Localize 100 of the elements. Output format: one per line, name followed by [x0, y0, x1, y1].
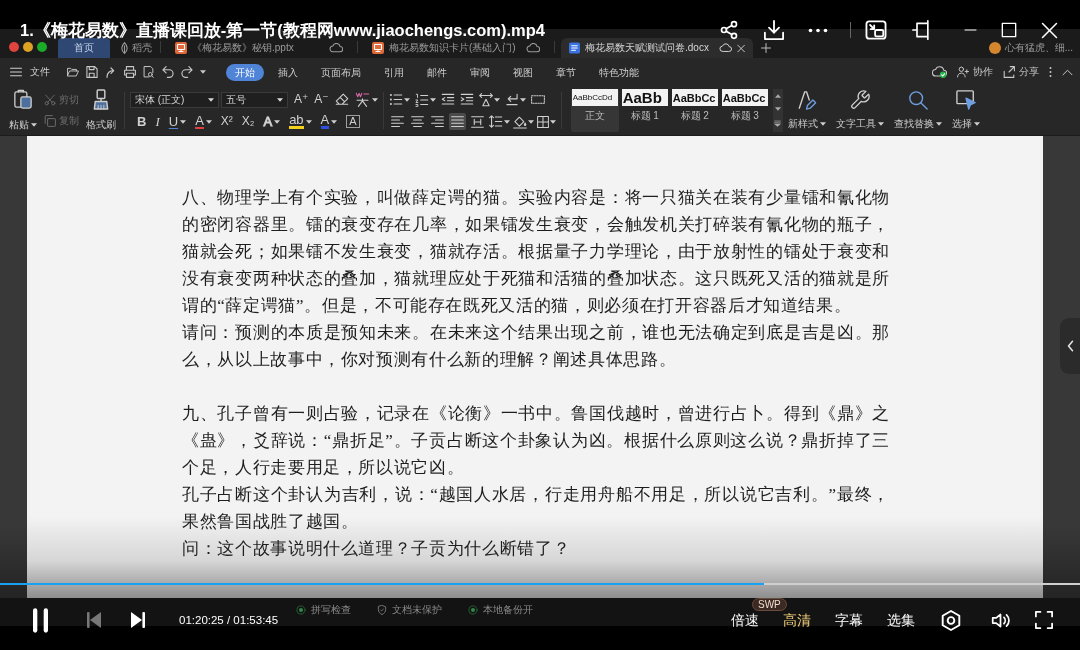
ribbon-tab[interactable]: 审阅	[461, 63, 499, 81]
paint-bucket-icon[interactable]	[512, 114, 527, 129]
scroll-down-icon[interactable]	[774, 107, 781, 111]
store-tab[interactable]: 稻壳	[118, 38, 154, 58]
collaborate-button[interactable]: 协作	[957, 65, 993, 79]
subscript-button[interactable]: X₂	[241, 114, 255, 129]
font-color-button[interactable]: A	[320, 114, 330, 129]
align-center-button[interactable]	[408, 113, 426, 130]
ribbon-tab[interactable]: 视图	[504, 63, 542, 81]
settings-icon[interactable]	[941, 609, 961, 631]
line-spacing-icon[interactable]	[488, 115, 503, 128]
underline-button[interactable]: U	[168, 114, 179, 129]
increase-indent-icon[interactable]	[459, 93, 474, 106]
account-button[interactable]: 心有猛虎、细...	[988, 38, 1080, 58]
new-tab-icon[interactable]	[761, 43, 771, 53]
format-painter-button[interactable]: 格式刷	[83, 89, 119, 132]
file-tab[interactable]: 《梅花易数》秘钥.pptx	[167, 38, 351, 58]
expand-gallery-icon[interactable]	[774, 120, 782, 128]
style-preset[interactable]: AaBbCcDd 正文	[570, 89, 619, 132]
highlight-button[interactable]: ab	[289, 114, 304, 129]
bulleted-list-icon[interactable]	[388, 93, 403, 106]
share-icon[interactable]	[719, 20, 739, 40]
paste-button[interactable]: 粘贴	[6, 89, 40, 132]
style-preset[interactable]: AaBb 标题 1	[620, 89, 669, 132]
save-icon[interactable]	[86, 66, 98, 78]
window-close-button[interactable]	[9, 41, 19, 52]
picture-in-picture-icon[interactable]	[865, 20, 887, 40]
undo-icon[interactable]	[162, 66, 174, 78]
superscript-button[interactable]: X²	[220, 114, 233, 129]
style-preset[interactable]: AaBbCc 标题 2	[670, 89, 719, 132]
player-option[interactable]: 倍速	[731, 611, 759, 629]
ribbon-tab[interactable]: 特色功能	[590, 63, 648, 81]
more-options-icon[interactable]	[1049, 66, 1052, 78]
ribbon-tab[interactable]: 引用	[375, 63, 413, 81]
find-replace-button[interactable]: 查找替换	[891, 89, 944, 132]
menu-icon[interactable]	[10, 67, 22, 77]
select-button[interactable]: 选择	[949, 89, 982, 132]
dotted-frame-icon[interactable]	[530, 95, 545, 104]
print-preview-icon[interactable]	[143, 66, 155, 78]
maximize-icon[interactable]	[1001, 22, 1017, 38]
shrink-font-button[interactable]: A⁻	[314, 92, 329, 107]
status-item[interactable]: 文档未保护	[377, 603, 442, 617]
download-icon[interactable]	[764, 20, 784, 40]
player-option[interactable]: 字幕	[835, 611, 863, 629]
new-style-button[interactable]: 新样式	[785, 89, 828, 132]
pause-icon[interactable]	[33, 607, 48, 633]
italic-button[interactable]: I	[155, 114, 160, 129]
align-left-button[interactable]	[388, 113, 406, 130]
font-name-dropdown[interactable]: 宋体 (正文)	[130, 91, 219, 108]
style-preset[interactable]: AaBbCc 标题 3	[720, 89, 769, 132]
side-panel-button[interactable]	[1060, 318, 1080, 374]
font-size-dropdown[interactable]: 五号	[221, 91, 288, 108]
eraser-icon[interactable]	[334, 93, 349, 106]
ribbon-tab[interactable]: 章节	[547, 63, 585, 81]
status-item[interactable]: 本地备份开	[468, 603, 533, 617]
file-tab[interactable]: 梅花易数天赋测试问卷.docx	[561, 38, 753, 58]
justify-button[interactable]	[448, 113, 466, 130]
player-option[interactable]: 高清	[783, 611, 811, 629]
bold-button[interactable]: B	[137, 114, 147, 129]
open-folder-icon[interactable]	[67, 66, 79, 78]
text-tools-button[interactable]: 文字工具	[833, 89, 886, 132]
file-tab[interactable]: 梅花易数知识卡片(基础入门)	[364, 38, 548, 58]
player-option[interactable]: 选集	[887, 611, 915, 629]
ribbon-tab[interactable]: 页面布局	[312, 63, 370, 81]
frame-icon[interactable]	[912, 20, 932, 40]
decrease-indent-icon[interactable]	[440, 93, 455, 106]
status-item[interactable]: 拼写检查	[296, 603, 351, 617]
ribbon-tab[interactable]: 开始	[226, 63, 264, 81]
pinyin-guide-icon[interactable]	[354, 92, 370, 107]
redo-icon[interactable]	[181, 66, 193, 78]
print-icon[interactable]	[124, 66, 136, 78]
numbered-list-icon[interactable]	[414, 92, 429, 107]
curved-arrow-icon[interactable]	[105, 66, 117, 78]
volume-icon[interactable]	[991, 611, 1010, 629]
file-menu[interactable]: 文件	[30, 63, 50, 81]
character-spacing-icon[interactable]	[478, 92, 493, 107]
scroll-up-icon[interactable]	[774, 93, 781, 98]
window-zoom-button[interactable]	[37, 41, 47, 52]
home-tab[interactable]: 首页	[58, 38, 110, 58]
collapse-icon[interactable]	[1062, 68, 1073, 76]
line-break-icon[interactable]	[504, 93, 519, 106]
text-effect-button[interactable]: A	[263, 114, 273, 129]
align-right-button[interactable]	[428, 113, 446, 130]
ribbon-tab[interactable]: 邮件	[418, 63, 456, 81]
close-icon[interactable]	[1041, 21, 1058, 39]
character-border-button[interactable]: A	[346, 115, 360, 128]
strikethrough-button[interactable]: A	[195, 114, 204, 129]
more-icon[interactable]	[808, 27, 828, 33]
fullscreen-icon[interactable]	[1035, 611, 1053, 629]
share-button[interactable]: 分享	[1003, 65, 1039, 79]
window-minimize-button[interactable]	[23, 41, 33, 52]
next-icon[interactable]	[131, 612, 145, 628]
borders-icon[interactable]	[536, 115, 549, 128]
minimize-icon[interactable]	[962, 29, 979, 31]
distribute-button[interactable]	[468, 113, 486, 130]
cloud-sync-icon[interactable]	[932, 65, 947, 79]
caret-icon[interactable]	[200, 70, 206, 74]
close-tab-icon[interactable]	[736, 43, 745, 53]
ribbon-tab[interactable]: 插入	[269, 63, 307, 81]
grow-font-button[interactable]: A⁺	[294, 92, 309, 107]
